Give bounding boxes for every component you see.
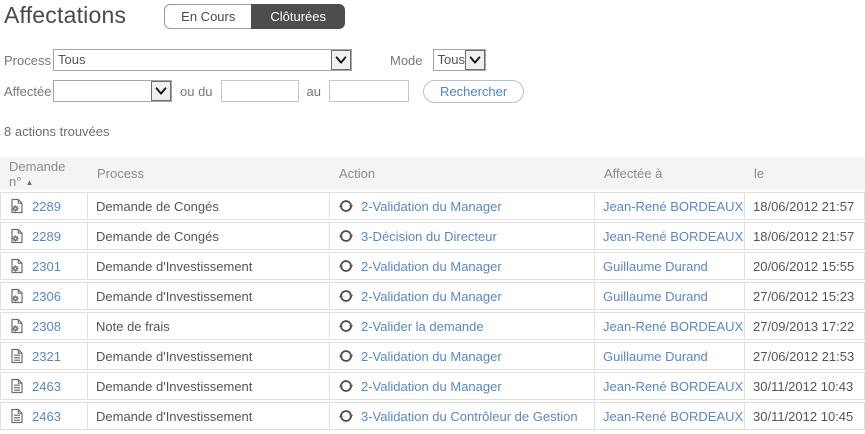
action-link[interactable]: 2-Valider la demande (361, 319, 484, 334)
affectee-link[interactable]: Jean-René BORDEAUX (603, 319, 743, 334)
process-name: Demande d'Investissement (96, 259, 252, 274)
process-name: Note de frais (96, 319, 170, 334)
filter-row-1: Process Tous Mode Tous (0, 49, 865, 71)
column-header-le[interactable]: le (745, 157, 865, 190)
table-row: 2289 Demande de Congés 3-Décision du Dir… (0, 222, 865, 250)
process-name: Demande de Congés (96, 199, 219, 214)
results-count: 8 actions trouvées (4, 124, 865, 139)
document-gear-icon (9, 228, 25, 244)
table-row: 2289 Demande de Congés 2-Validation du M… (0, 192, 865, 220)
date-to-input[interactable] (329, 80, 409, 102)
sync-icon (338, 318, 354, 334)
table-header-row: Demande n°▲ Process Action Affectée à le (0, 157, 865, 190)
sort-asc-icon: ▲ (25, 178, 33, 187)
ou-du-label: ou du (180, 84, 213, 99)
action-link[interactable]: 2-Validation du Manager (361, 289, 502, 304)
chevron-down-icon (151, 81, 171, 101)
action-link[interactable]: 2-Validation du Manager (361, 199, 502, 214)
demande-link[interactable]: 2308 (32, 319, 61, 334)
date-value: 30/11/2012 10:43 (753, 379, 853, 394)
sync-icon (338, 378, 354, 394)
table-row: 2463 Demande d'Investissement 3-Validati… (0, 402, 865, 430)
process-select-value: Tous (54, 50, 331, 70)
affectee-link[interactable]: Jean-René BORDEAUX (603, 409, 743, 424)
document-gear-icon (9, 318, 25, 334)
chevron-down-icon (331, 50, 351, 70)
date-value: 18/06/2012 21:57 (753, 229, 854, 244)
document-lines-icon (9, 348, 25, 364)
action-link[interactable]: 2-Validation du Manager (361, 259, 502, 274)
tab-group: En Cours Clôturées (164, 4, 345, 29)
table-row: 2301 Demande d'Investissement 2-Validati… (0, 252, 865, 280)
column-header-process[interactable]: Process (88, 157, 330, 190)
sync-icon (338, 288, 354, 304)
page-title: Affectations (4, 2, 126, 29)
process-name: Demande d'Investissement (96, 289, 252, 304)
table-row: 2308 Note de frais 2-Valider la demande … (0, 312, 865, 340)
affectee-select-value (54, 81, 151, 101)
process-name: Demande d'Investissement (96, 379, 252, 394)
column-header-affectee[interactable]: Affectée à (595, 157, 745, 190)
affectee-link[interactable]: Guillaume Durand (603, 259, 708, 274)
date-value: 27/06/2012 21:53 (753, 349, 854, 364)
affectee-link[interactable]: Jean-René BORDEAUX (603, 199, 743, 214)
process-label: Process (4, 53, 53, 68)
affectee-link[interactable]: Jean-René BORDEAUX (603, 229, 743, 244)
search-button[interactable]: Rechercher (423, 80, 524, 103)
sync-icon (338, 408, 354, 424)
document-gear-icon (9, 258, 25, 274)
action-link[interactable]: 2-Validation du Manager (361, 379, 502, 394)
sync-icon (338, 348, 354, 364)
sync-icon (338, 228, 354, 244)
date-value: 18/06/2012 21:57 (753, 199, 854, 214)
column-header-demande[interactable]: Demande n°▲ (0, 157, 88, 190)
affectee-select[interactable] (53, 80, 172, 102)
mode-select-value: Tous (434, 50, 465, 70)
document-lines-icon (9, 378, 25, 394)
page-header: Affectations En Cours Clôturées (0, 0, 865, 29)
document-gear-icon (9, 288, 25, 304)
chevron-down-icon (465, 50, 485, 70)
table-row: 2321 Demande d'Investissement 2-Validati… (0, 342, 865, 370)
mode-select[interactable]: Tous (433, 49, 486, 71)
mode-label: Mode (390, 53, 423, 68)
demande-link[interactable]: 2301 (32, 259, 61, 274)
process-name: Demande de Congés (96, 229, 219, 244)
date-value: 30/11/2012 10:45 (753, 409, 853, 424)
demande-link[interactable]: 2306 (32, 289, 61, 304)
actions-table: Demande n°▲ Process Action Affectée à le (0, 155, 865, 432)
tab-en-cours[interactable]: En Cours (164, 4, 252, 29)
column-header-action[interactable]: Action (330, 157, 595, 190)
affectee-link[interactable]: Guillaume Durand (603, 289, 708, 304)
demande-link[interactable]: 2289 (32, 229, 61, 244)
date-value: 20/06/2012 15:55 (753, 259, 854, 274)
demande-link[interactable]: 2463 (32, 409, 61, 424)
date-value: 27/06/2012 15:23 (753, 289, 854, 304)
au-label: au (307, 84, 321, 99)
date-value: 27/09/2013 17:22 (753, 319, 854, 334)
affectations-page: Affectations En Cours Clôturées Process … (0, 0, 865, 434)
demande-link[interactable]: 2463 (32, 379, 61, 394)
filter-panel: Process Tous Mode Tous Affectée (0, 49, 865, 102)
affectee-link[interactable]: Jean-René BORDEAUX (603, 379, 743, 394)
date-from-input[interactable] (221, 80, 299, 102)
document-gear-icon (9, 198, 25, 214)
document-lines-icon (9, 408, 25, 424)
table-row: 2306 Demande d'Investissement 2-Validati… (0, 282, 865, 310)
affectee-link[interactable]: Guillaume Durand (603, 349, 708, 364)
process-name: Demande d'Investissement (96, 409, 252, 424)
process-name: Demande d'Investissement (96, 349, 252, 364)
process-select[interactable]: Tous (53, 49, 352, 71)
action-link[interactable]: 2-Validation du Manager (361, 349, 502, 364)
demande-link[interactable]: 2289 (32, 199, 61, 214)
sync-icon (338, 198, 354, 214)
table-row: 2463 Demande d'Investissement 2-Validati… (0, 372, 865, 400)
tab-cloturees[interactable]: Clôturées (251, 4, 345, 29)
affectee-label: Affectée (4, 84, 53, 99)
filter-row-2: Affectée ou du au Rechercher (0, 80, 865, 102)
action-link[interactable]: 3-Décision du Directeur (361, 229, 497, 244)
sync-icon (338, 258, 354, 274)
demande-link[interactable]: 2321 (32, 349, 61, 364)
action-link[interactable]: 3-Validation du Contrôleur de Gestion (361, 409, 578, 424)
